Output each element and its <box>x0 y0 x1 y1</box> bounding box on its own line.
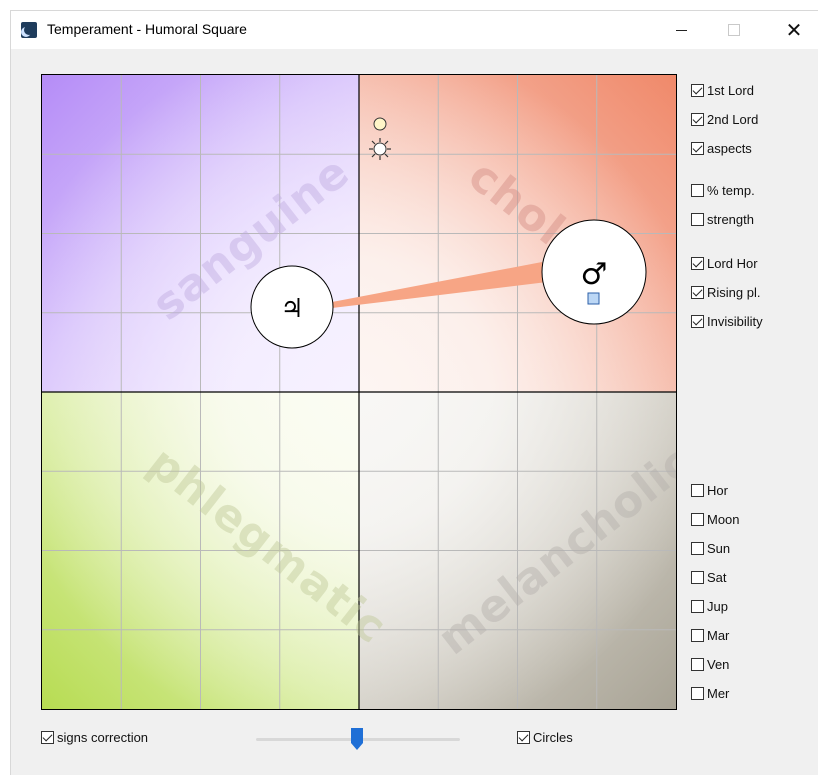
checkbox-label: Lord Hor <box>707 255 758 271</box>
checkbox-label: 1st Lord <box>707 82 754 98</box>
maximize-icon <box>728 24 740 36</box>
checkbox-moon[interactable]: Moon <box>691 510 740 528</box>
checkbox-label: aspects <box>707 140 752 156</box>
checkbox-box[interactable] <box>691 628 704 642</box>
checkbox-box[interactable] <box>691 256 704 270</box>
checkbox-strength[interactable]: strength <box>691 210 754 228</box>
checkbox-lord-hor[interactable]: Lord Hor <box>691 254 758 272</box>
app-window: Temperament - Humoral Square ✕ sanguine … <box>10 10 818 775</box>
minimize-button[interactable] <box>658 11 704 49</box>
checkbox-temp[interactable]: % temp. <box>691 181 755 199</box>
sun-marker-icon <box>369 138 391 160</box>
checkbox-label: 2nd Lord <box>707 111 759 127</box>
checkbox-box[interactable] <box>691 212 704 226</box>
mars-icon: ♂ <box>581 257 608 292</box>
checkbox-label: Ven <box>707 656 730 672</box>
checkbox-label: Mar <box>707 627 730 643</box>
checkbox-box[interactable] <box>691 570 704 584</box>
checkbox-label: Mer <box>707 685 730 701</box>
checkbox-label: Moon <box>707 511 740 527</box>
checkbox-1st-lord[interactable]: 1st Lord <box>691 81 754 99</box>
circles-label: Circles <box>533 730 573 745</box>
checkbox-label: Hor <box>707 482 728 498</box>
checkbox-box[interactable] <box>691 599 704 613</box>
checkbox-jup[interactable]: Jup <box>691 597 728 615</box>
slider-thumb[interactable] <box>351 728 363 750</box>
checkbox-box[interactable] <box>691 112 704 126</box>
checkbox-2nd-lord[interactable]: 2nd Lord <box>691 110 758 128</box>
checkbox-box[interactable] <box>691 314 704 328</box>
jupiter-icon: ♃ <box>280 294 303 324</box>
checkbox-box[interactable] <box>691 512 704 526</box>
checkbox-mer[interactable]: Mer <box>691 684 729 702</box>
checkbox-label: Invisibility <box>707 313 763 329</box>
maximize-button[interactable] <box>711 11 757 49</box>
planet-layer: ♃ ♂ <box>250 117 647 349</box>
checkbox-label: Sat <box>707 569 727 585</box>
signs-correction-checkbox[interactable]: signs correction <box>41 730 148 745</box>
checkbox-box[interactable] <box>691 657 704 671</box>
checkbox-label: Sun <box>707 540 731 556</box>
close-button[interactable]: ✕ <box>771 11 817 49</box>
checkbox-box[interactable] <box>691 83 704 97</box>
circles-checkbox[interactable]: Circles <box>517 730 573 745</box>
window-title: Temperament - Humoral Square <box>47 21 247 37</box>
checkbox-box[interactable] <box>691 141 704 155</box>
checkbox-ven[interactable]: Ven <box>691 655 729 673</box>
moon-app-icon <box>21 22 37 38</box>
checkbox-rising-pl[interactable]: Rising pl. <box>691 283 760 301</box>
checkbox-label: Rising pl. <box>707 284 761 300</box>
moon-marker-icon <box>373 117 387 131</box>
checkbox-invisibility[interactable]: Invisibility <box>691 312 763 330</box>
checkbox-label: strength <box>707 211 754 227</box>
signs-correction-label: signs correction <box>57 730 149 745</box>
checkbox-sat[interactable]: Sat <box>691 568 727 586</box>
checkbox-mar[interactable]: Mar <box>691 626 729 644</box>
checkbox-label: Jup <box>707 598 728 614</box>
rising-square-icon <box>587 292 600 305</box>
close-icon: ✕ <box>785 19 803 42</box>
title-bar: Temperament - Humoral Square ✕ <box>11 11 818 49</box>
signs-correction-box[interactable] <box>41 731 54 744</box>
checkbox-aspects[interactable]: aspects <box>691 139 752 157</box>
checkbox-hor[interactable]: Hor <box>691 481 728 499</box>
checkbox-box[interactable] <box>691 541 704 555</box>
minimize-icon <box>675 29 687 31</box>
checkbox-box[interactable] <box>691 686 704 700</box>
checkbox-box[interactable] <box>691 183 704 197</box>
checkbox-sun[interactable]: Sun <box>691 539 730 557</box>
checkbox-label: % temp. <box>707 182 755 198</box>
checkbox-box[interactable] <box>691 483 704 497</box>
circles-box[interactable] <box>517 731 530 744</box>
checkbox-box[interactable] <box>691 285 704 299</box>
aspect-line <box>332 262 547 308</box>
humoral-square: sanguine chole phlegmatic melancholic ♃ … <box>41 74 677 710</box>
